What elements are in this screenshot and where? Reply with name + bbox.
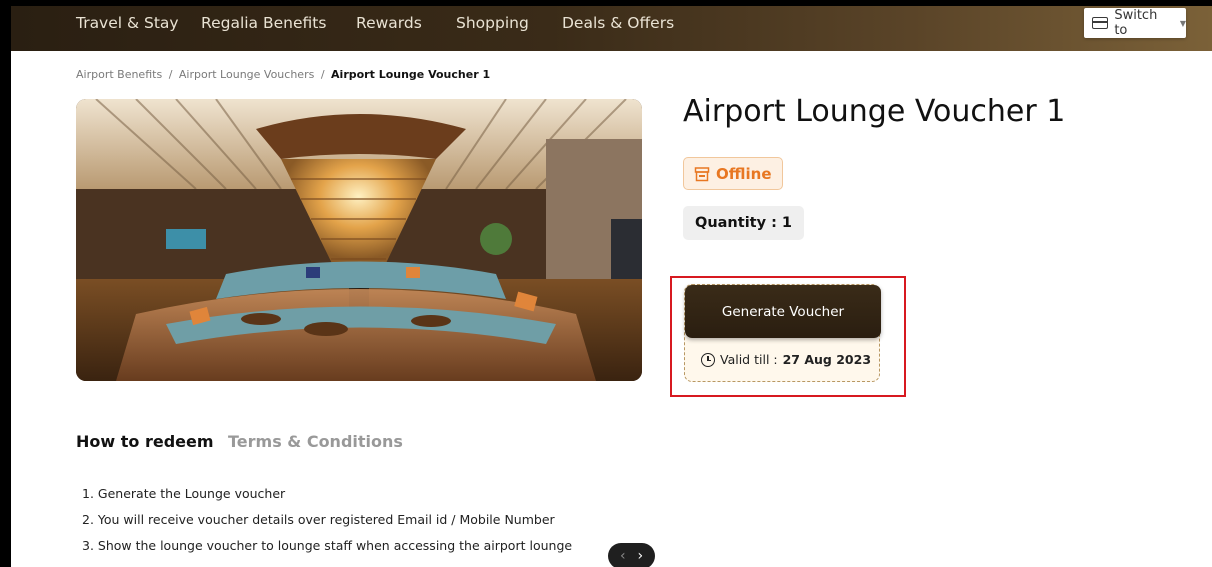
store-icon [694, 166, 710, 181]
breadcrumb-airport-lounge-vouchers[interactable]: Airport Lounge Vouchers [179, 68, 314, 81]
tab-terms-conditions[interactable]: Terms & Conditions [228, 432, 403, 451]
lounge-illustration [76, 99, 642, 381]
tab-how-to-redeem[interactable]: How to redeem [76, 432, 214, 451]
nav-item-regalia-benefits[interactable]: Regalia Benefits [201, 14, 326, 32]
breadcrumb: Airport Benefits / Airport Lounge Vouche… [76, 68, 490, 81]
list-item: 2. You will receive voucher details over… [82, 512, 555, 527]
offline-label: Offline [716, 164, 772, 183]
breadcrumb-separator: / [168, 68, 173, 81]
list-item: 3. Show the lounge voucher to lounge sta… [82, 538, 573, 553]
breadcrumb-airport-benefits[interactable]: Airport Benefits [76, 68, 162, 81]
breadcrumb-current: Airport Lounge Voucher 1 [331, 68, 491, 81]
carousel-controls: ‹ › [608, 543, 655, 567]
card-icon [1092, 17, 1109, 29]
voucher-panel: Generate Voucher Valid till : 27 Aug 202… [684, 284, 881, 382]
page-frame: Travel & Stay Regalia Benefits Rewards S… [11, 6, 1212, 567]
chevron-right-icon[interactable]: › [637, 549, 643, 563]
clock-icon [701, 352, 715, 367]
nav-item-rewards[interactable]: Rewards [356, 14, 422, 32]
top-navigation: Travel & Stay Regalia Benefits Rewards S… [11, 6, 1212, 51]
caret-down-icon: ▼ [1179, 18, 1186, 28]
switch-to-button[interactable]: Switch to ▼ [1084, 8, 1186, 38]
valid-till: Valid till : 27 Aug 2023 [701, 352, 871, 367]
offline-badge: Offline [683, 157, 783, 190]
nav-item-travel-stay[interactable]: Travel & Stay [76, 14, 179, 32]
page-title: Airport Lounge Voucher 1 [683, 94, 1066, 129]
breadcrumb-separator: / [320, 68, 325, 81]
generate-voucher-button[interactable]: Generate Voucher [685, 285, 881, 338]
quantity-badge: Quantity : 1 [683, 206, 805, 240]
switch-to-label: Switch to [1114, 8, 1158, 38]
valid-till-date: 27 Aug 2023 [782, 352, 872, 367]
valid-till-label: Valid till : [720, 352, 778, 367]
list-item: 1. Generate the Lounge voucher [82, 486, 286, 501]
chevron-left-icon[interactable]: ‹ [620, 549, 626, 563]
nav-item-deals-offers[interactable]: Deals & Offers [562, 14, 674, 32]
nav-item-shopping[interactable]: Shopping [456, 14, 529, 32]
redeem-steps: 1. Generate the Lounge voucher 2. You wi… [82, 486, 572, 564]
lounge-image [76, 99, 642, 381]
